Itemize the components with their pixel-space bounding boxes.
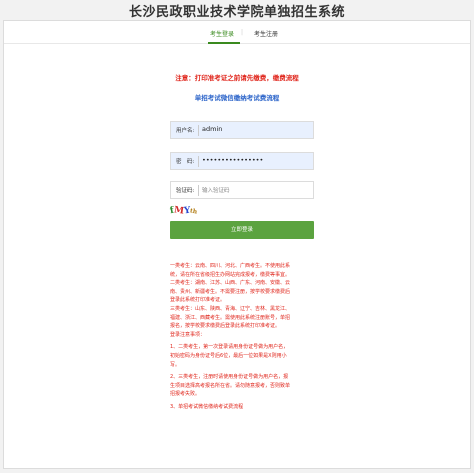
password-label: 密 码: [176, 159, 195, 165]
captcha-field[interactable]: 验证码: 输入验证码 [170, 181, 314, 199]
instruction-line: 统，请在所在省级招生办网站完成报考，缴费等事宜。 [170, 271, 291, 278]
tab-bar: 考生登录 | 考生注册 [4, 29, 470, 43]
instruction-line: 登录注意事项： [170, 331, 206, 338]
exam-instructions: 一类考生：云南、四川、河北、广西考生。不使用此系 统，请在所在省级招生办网站完成报… [170, 262, 316, 412]
site-title: 长沙民政职业技术学院单独招生系统 [128, 5, 345, 20]
tab-separator: | [241, 29, 244, 36]
active-tab-indicator [208, 42, 240, 44]
username-field[interactable]: 用户名: admin [170, 121, 314, 139]
password-input[interactable]: •••••••••••••••• [202, 156, 263, 164]
username-input[interactable]: admin [202, 125, 222, 133]
instruction-line: 登录此系统打印准考证。 [170, 297, 226, 304]
instruction-line: 招报考失败。 [170, 391, 201, 398]
captcha-label: 验证码: [176, 188, 195, 194]
instruction-line: 福建、浙江、西藏考生。需使用此系统注册账号，单招 [170, 314, 291, 321]
instruction-line: 初始密码为身份证号后6位，最后一位如果是X则用小 [170, 352, 287, 359]
instruction-line: 生项目选择高考报名所在省。请勿随意报考，否则致单 [170, 382, 291, 389]
instruction-line: 二类考生：湖南、江苏、山西、广东、河南、安徽、云 [170, 280, 291, 287]
field-divider [198, 185, 199, 196]
instruction-line: 3、单招考试微信缴纳考试费流程 [170, 403, 244, 410]
instruction-line: 写。 [170, 361, 181, 368]
tab-student-register[interactable]: 考生注册 [254, 29, 278, 38]
instruction-line: 报名，按学校要求缴费后登录此系统打印准考证。 [170, 323, 281, 330]
instruction-line: 三类考生：山东、陕西、青海、辽宁、吉林、黑龙江、 [170, 305, 291, 312]
login-panel: 考生登录 | 考生注册 注意：打印准考证之前请先缴费，缴费流程 单招考试微信缴纳… [3, 20, 471, 469]
field-divider [198, 125, 199, 136]
login-button[interactable]: 立即登录 [170, 221, 314, 239]
username-label: 用户名: [176, 128, 195, 134]
captcha-image[interactable]: fMYth [169, 205, 210, 219]
payment-flow-link[interactable]: 单招考试微信缴纳考试费流程 [4, 92, 470, 102]
captcha-input[interactable]: 输入验证码 [202, 186, 230, 194]
field-divider [198, 156, 199, 167]
tab-student-login[interactable]: 考生登录 [210, 29, 234, 38]
header: 长沙民政职业技术学院单独招生系统 [0, 0, 474, 20]
payment-notice: 注意：打印准考证之前请先缴费，缴费流程 [175, 74, 299, 82]
instruction-line: 南、贵州、新疆考生。不需要注册，按学校要求缴费后 [170, 288, 291, 295]
instruction-line: 1、二类考生，第一次登录请用身份证号做为用户名， [170, 344, 289, 351]
password-field[interactable]: 密 码: •••••••••••••••• [170, 152, 314, 170]
instruction-line: 一类考生：云南、四川、河北、广西考生。不使用此系 [170, 263, 291, 269]
instruction-line: 2、三类考生，注册时请使用身份证号做为用户名，报 [170, 374, 289, 381]
